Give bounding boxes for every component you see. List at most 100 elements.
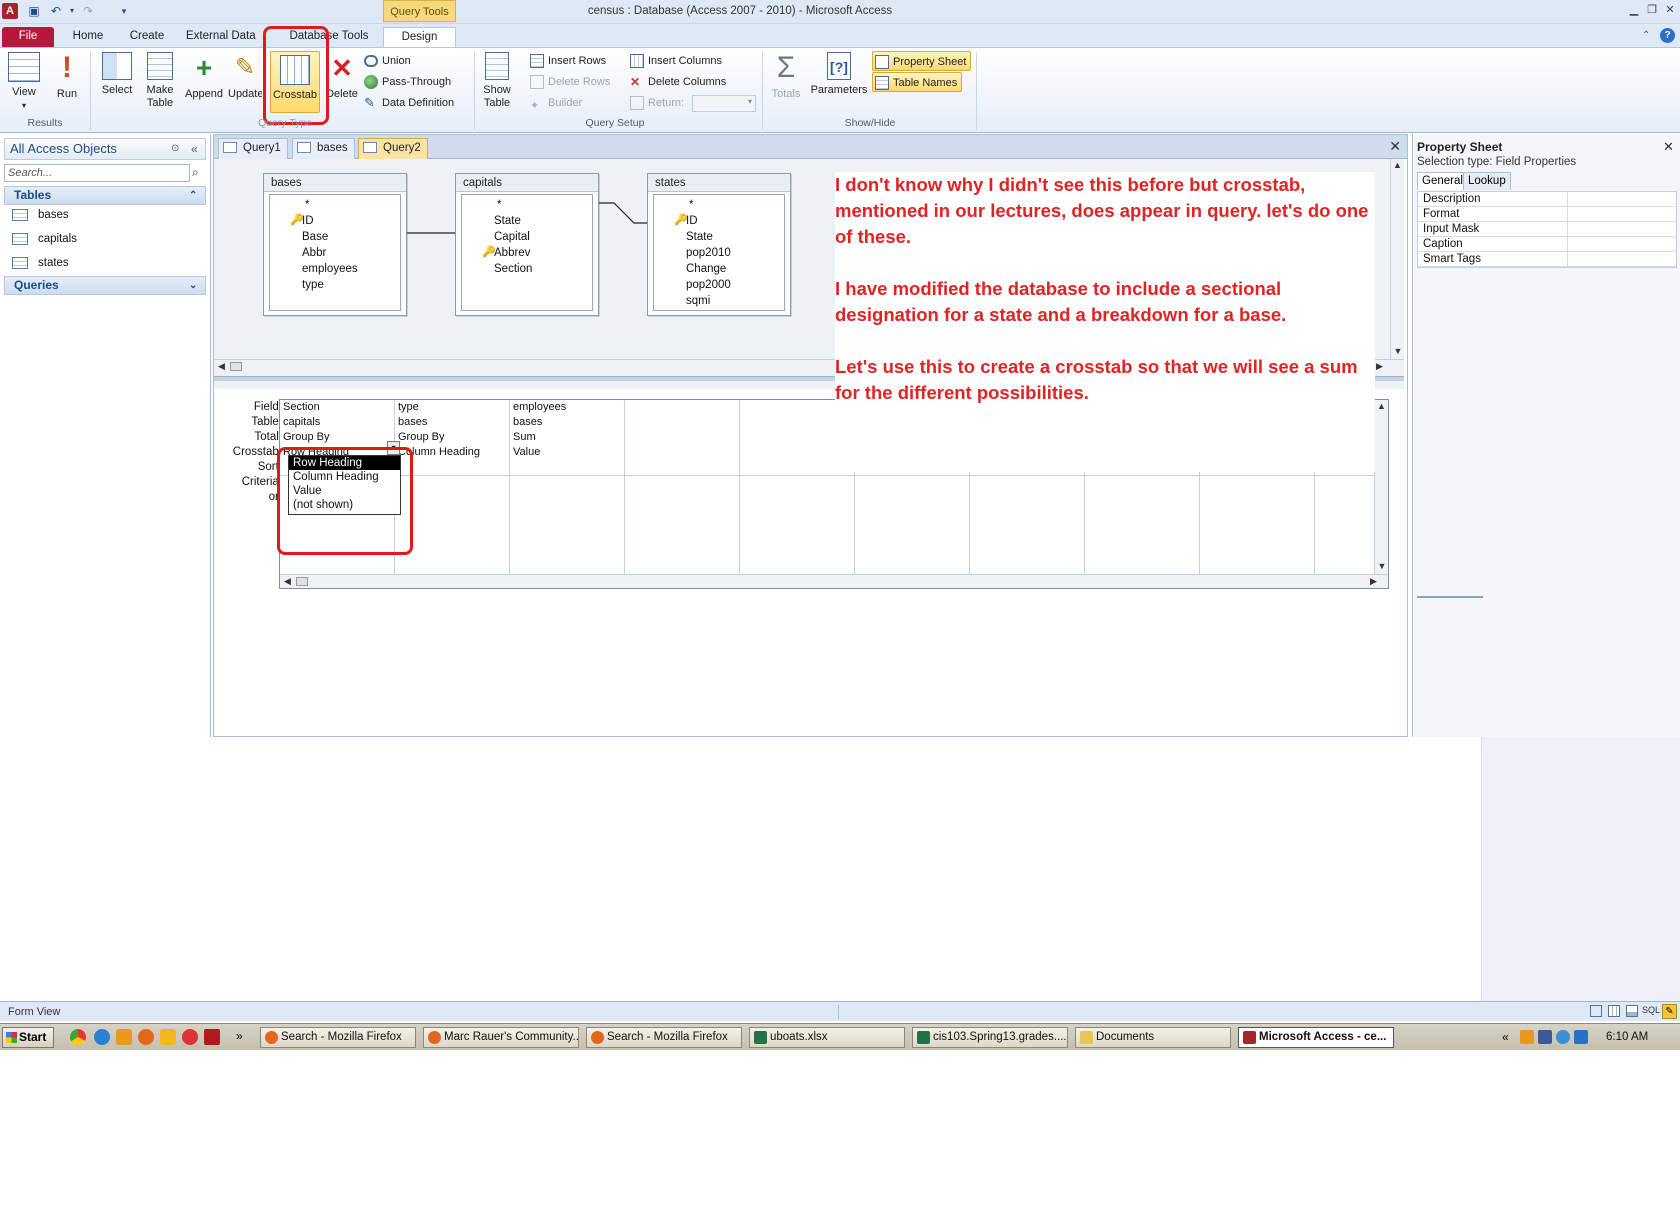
show-table-button[interactable]: Show Table	[478, 52, 516, 126]
network-icon[interactable]	[160, 1029, 176, 1045]
update-button[interactable]: ✎ Update	[228, 52, 262, 126]
tray-expand-icon[interactable]: «	[1502, 1030, 1509, 1044]
sql-view-icon[interactable]: SQL	[1642, 1005, 1660, 1015]
property-row[interactable]: Description	[1418, 192, 1676, 207]
datasheet-view-icon[interactable]	[1590, 1005, 1602, 1017]
task-microsoft-access[interactable]: Microsoft Access - ce...	[1238, 1027, 1394, 1048]
scroll-left-icon[interactable]: ◀	[284, 575, 291, 587]
minimize-ribbon-icon[interactable]: ⌃	[1642, 30, 1650, 41]
ps-tab-general[interactable]: General	[1417, 172, 1468, 190]
grid-column-empty[interactable]	[625, 400, 740, 574]
property-sheet-button[interactable]: Property Sheet	[872, 51, 972, 71]
design-view-icon[interactable]: ✎	[1662, 1004, 1677, 1019]
grid-cell-table[interactable]: capitals	[280, 415, 394, 430]
make-table-button[interactable]: Make Table	[140, 52, 180, 126]
shutter-bar-close-icon[interactable]: «	[191, 139, 198, 159]
scroll-up-icon[interactable]: ▲	[1391, 159, 1404, 171]
nav-group-queries[interactable]: Queries ⌄	[4, 276, 206, 295]
grid-hscroll[interactable]: ◀ ▶	[280, 574, 1388, 588]
view-button[interactable]: View ▾	[6, 52, 42, 126]
nav-search-input[interactable]: Search...	[4, 164, 190, 182]
network-tray-icon[interactable]	[1574, 1030, 1588, 1044]
app-icon[interactable]	[182, 1029, 198, 1045]
tray-icon[interactable]	[1556, 1030, 1570, 1044]
pivot-table-view-icon[interactable]	[1608, 1005, 1620, 1017]
property-value[interactable]	[1568, 222, 1676, 236]
nav-pane-header[interactable]: All Access Objects ⊙ «	[4, 138, 206, 160]
more-quicklaunch-icon[interactable]: »	[236, 1029, 243, 1043]
firefox-icon[interactable]	[138, 1029, 154, 1045]
insert-columns-button[interactable]: Insert Columns	[630, 51, 722, 71]
grid-cell-total[interactable]: Group By	[280, 430, 394, 445]
nav-group-tables[interactable]: Tables ⌃	[4, 186, 206, 205]
union-button[interactable]: Union	[364, 51, 411, 71]
tab-create[interactable]: Create	[122, 27, 172, 48]
grid-cell-field[interactable]: type	[395, 400, 509, 415]
tab-bases[interactable]: bases	[292, 138, 355, 159]
search-icon[interactable]: ⌕	[192, 165, 199, 180]
chrome-icon[interactable]	[70, 1029, 86, 1045]
task-grades-excel[interactable]: cis103.Spring13.grades....	[912, 1027, 1068, 1048]
scroll-left-icon[interactable]: ◀	[218, 360, 225, 372]
task-documents[interactable]: Documents	[1075, 1027, 1231, 1048]
scroll-thumb[interactable]	[296, 577, 308, 586]
scroll-up-icon[interactable]: ▲	[1375, 400, 1388, 412]
table-names-button[interactable]: Table Names	[872, 72, 963, 92]
task-firefox-search-2[interactable]: Search - Mozilla Firefox	[586, 1027, 742, 1048]
task-firefox-community[interactable]: Marc Rauer's Community...	[423, 1027, 579, 1048]
close-window-icon[interactable]: ✕	[1662, 3, 1678, 17]
totals-button[interactable]: Σ Totals	[766, 52, 806, 126]
scroll-thumb[interactable]	[230, 362, 242, 371]
help-icon[interactable]: ?	[1660, 28, 1675, 43]
scroll-right-icon[interactable]: ▶	[1376, 360, 1383, 372]
grid-vscroll[interactable]: ▲ ▼	[1374, 400, 1388, 574]
start-button[interactable]: Start	[2, 1027, 54, 1048]
scroll-right-icon[interactable]: ▶	[1370, 575, 1377, 587]
grid-cell-field[interactable]: Section	[280, 400, 394, 415]
tray-icon[interactable]	[1520, 1030, 1534, 1044]
property-value[interactable]	[1568, 237, 1676, 251]
property-value[interactable]	[1568, 192, 1676, 206]
delete-columns-button[interactable]: ✕ Delete Columns	[630, 72, 726, 92]
pass-through-button[interactable]: Pass-Through	[364, 72, 451, 92]
outlook-icon[interactable]	[116, 1029, 132, 1045]
close-document-icon[interactable]: ✕	[1389, 138, 1401, 155]
task-firefox-search[interactable]: Search - Mozilla Firefox	[260, 1027, 416, 1048]
join-line-capitals-states[interactable]	[599, 202, 647, 224]
property-value[interactable]	[1568, 252, 1676, 266]
grid-cell-field[interactable]: employees	[510, 400, 624, 415]
tab-file[interactable]: File	[2, 27, 54, 48]
select-query-button[interactable]: Select	[98, 52, 136, 126]
grid-cell-total[interactable]: Sum	[510, 430, 624, 445]
grid-cell-total[interactable]: Group By	[395, 430, 509, 445]
grid-column-3[interactable]: employees bases Sum Value	[510, 400, 625, 574]
close-property-sheet-icon[interactable]: ✕	[1663, 139, 1674, 155]
scroll-down-icon[interactable]: ▼	[1375, 560, 1389, 572]
parameters-button[interactable]: [?] Parameters	[808, 52, 870, 126]
nav-item-states[interactable]: states	[12, 252, 69, 274]
append-button[interactable]: + Append	[182, 52, 226, 126]
data-definition-button[interactable]: ✎ Data Definition	[364, 93, 454, 113]
restore-icon[interactable]: ❐	[1644, 3, 1660, 17]
minimize-icon[interactable]: ▁	[1626, 3, 1642, 17]
taskbar-clock[interactable]: 6:10 AM	[1606, 1031, 1648, 1043]
facebook-icon[interactable]	[1538, 1030, 1552, 1044]
nav-item-bases[interactable]: bases	[12, 204, 69, 226]
task-uboats-excel[interactable]: uboats.xlsx	[749, 1027, 905, 1048]
property-row[interactable]: Format	[1418, 207, 1676, 222]
pivot-chart-view-icon[interactable]	[1626, 1005, 1638, 1017]
tab-query1[interactable]: Query1	[218, 138, 288, 159]
grid-cell-crosstab[interactable]: Value	[510, 445, 624, 460]
table-pane-vscroll[interactable]: ▲ ▼	[1390, 159, 1404, 359]
scroll-down-icon[interactable]: ▼	[1391, 345, 1405, 357]
run-button[interactable]: ! Run	[52, 52, 82, 126]
nav-dropdown-icon[interactable]: ⊙	[171, 139, 179, 159]
ps-tab-lookup[interactable]: Lookup	[1463, 172, 1511, 190]
property-row[interactable]: Smart Tags	[1418, 252, 1676, 267]
tab-home[interactable]: Home	[66, 27, 110, 48]
grid-cell-table[interactable]: bases	[395, 415, 509, 430]
property-row[interactable]: Caption	[1418, 237, 1676, 252]
nav-item-capitals[interactable]: capitals	[12, 228, 77, 250]
insert-rows-button[interactable]: Insert Rows	[530, 51, 606, 71]
ie-icon[interactable]	[94, 1029, 110, 1045]
